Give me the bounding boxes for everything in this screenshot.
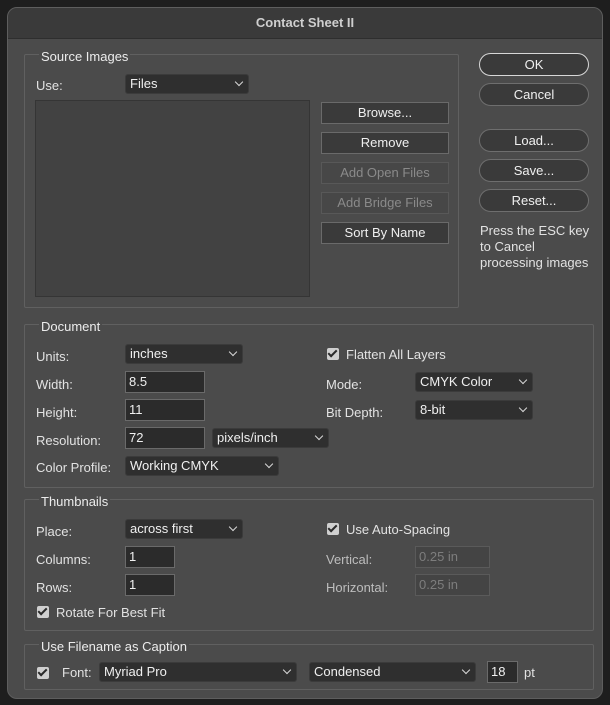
- font-size-input[interactable]: 18: [487, 661, 518, 683]
- add-open-files-button[interactable]: Add Open Files: [321, 162, 449, 184]
- font-label: Font:: [62, 665, 92, 680]
- browse-button[interactable]: Browse...: [321, 102, 449, 124]
- save-button[interactable]: Save...: [479, 159, 589, 182]
- chevron-down-icon: [228, 347, 238, 357]
- vertical-input[interactable]: 0.25 in: [415, 546, 490, 568]
- caption-enable-checkbox[interactable]: [37, 667, 49, 679]
- auto-spacing-checkbox[interactable]: [327, 523, 339, 535]
- rotate-best-fit-checkbox[interactable]: [37, 606, 49, 618]
- height-label: Height:: [36, 405, 78, 420]
- mode-label: Mode:: [326, 377, 363, 392]
- chevron-down-icon: [518, 375, 528, 385]
- sort-by-name-button[interactable]: Sort By Name: [321, 222, 449, 244]
- width-input[interactable]: 8.5: [125, 371, 205, 393]
- rows-input[interactable]: 1: [125, 574, 175, 596]
- resolution-unit-value: pixels/inch: [217, 430, 278, 445]
- units-select[interactable]: inches: [125, 344, 243, 364]
- document-title: Document: [39, 319, 103, 334]
- chevron-down-icon: [518, 403, 528, 413]
- units-label: Units:: [36, 349, 70, 364]
- thumbnails-title: Thumbnails: [39, 494, 111, 509]
- height-input[interactable]: 11: [125, 399, 205, 421]
- reset-button[interactable]: Reset...: [479, 189, 589, 212]
- horizontal-input[interactable]: 0.25 in: [415, 574, 490, 596]
- units-select-value: inches: [130, 346, 168, 361]
- contact-sheet-dialog: Contact Sheet II OK Cancel Load... Save.…: [7, 7, 603, 699]
- source-images-title: Source Images: [39, 49, 131, 64]
- width-label: Width:: [36, 377, 73, 392]
- font-family-select[interactable]: Myriad Pro: [99, 662, 297, 682]
- resolution-label: Resolution:: [36, 433, 102, 448]
- place-select[interactable]: across first: [125, 519, 243, 539]
- rows-label: Rows:: [36, 580, 73, 595]
- color-profile-value: Working CMYK: [130, 458, 219, 473]
- chevron-down-icon: [282, 665, 292, 675]
- place-select-value: across first: [130, 521, 193, 536]
- load-button[interactable]: Load...: [479, 129, 589, 152]
- auto-spacing-label: Use Auto-Spacing: [346, 522, 451, 537]
- caption-title: Use Filename as Caption: [39, 639, 189, 654]
- chevron-down-icon: [264, 459, 274, 469]
- use-select[interactable]: Files: [125, 74, 249, 94]
- bit-depth-value: 8-bit: [420, 402, 446, 417]
- flatten-layers-checkbox[interactable]: [327, 348, 339, 360]
- font-family-value: Myriad Pro: [104, 664, 167, 679]
- resolution-input[interactable]: 72: [125, 427, 205, 449]
- font-style-select[interactable]: Condensed: [309, 662, 476, 682]
- chevron-down-icon: [228, 522, 238, 532]
- place-label: Place:: [36, 524, 73, 539]
- bit-depth-label: Bit Depth:: [326, 405, 384, 420]
- flatten-layers-label: Flatten All Layers: [346, 347, 446, 362]
- columns-label: Columns:: [36, 552, 91, 567]
- ok-button[interactable]: OK: [479, 53, 589, 76]
- chevron-down-icon: [461, 665, 471, 675]
- color-profile-select[interactable]: Working CMYK: [125, 456, 279, 476]
- mode-select-value: CMYK Color: [420, 374, 493, 389]
- bit-depth-select[interactable]: 8-bit: [415, 400, 533, 420]
- mode-select[interactable]: CMYK Color: [415, 372, 533, 392]
- use-label: Use:: [36, 78, 63, 93]
- horizontal-label: Horizontal:: [326, 580, 389, 595]
- vertical-label: Vertical:: [326, 552, 373, 567]
- add-bridge-files-button[interactable]: Add Bridge Files: [321, 192, 449, 214]
- rotate-best-fit-label: Rotate For Best Fit: [56, 605, 166, 620]
- font-style-value: Condensed: [314, 664, 381, 679]
- chevron-down-icon: [314, 431, 324, 441]
- color-profile-label: Color Profile:: [36, 460, 112, 475]
- remove-button[interactable]: Remove: [321, 132, 449, 154]
- cancel-button[interactable]: Cancel: [479, 83, 589, 106]
- font-size-unit: pt: [524, 665, 535, 680]
- resolution-unit-select[interactable]: pixels/inch: [212, 428, 329, 448]
- source-files-list[interactable]: [35, 100, 310, 297]
- esc-cancel-note: Press the ESC key to Cancel processing i…: [480, 223, 590, 270]
- columns-input[interactable]: 1: [125, 546, 175, 568]
- chevron-down-icon: [234, 77, 244, 87]
- use-select-value: Files: [130, 76, 158, 91]
- window-title: Contact Sheet II: [8, 8, 602, 39]
